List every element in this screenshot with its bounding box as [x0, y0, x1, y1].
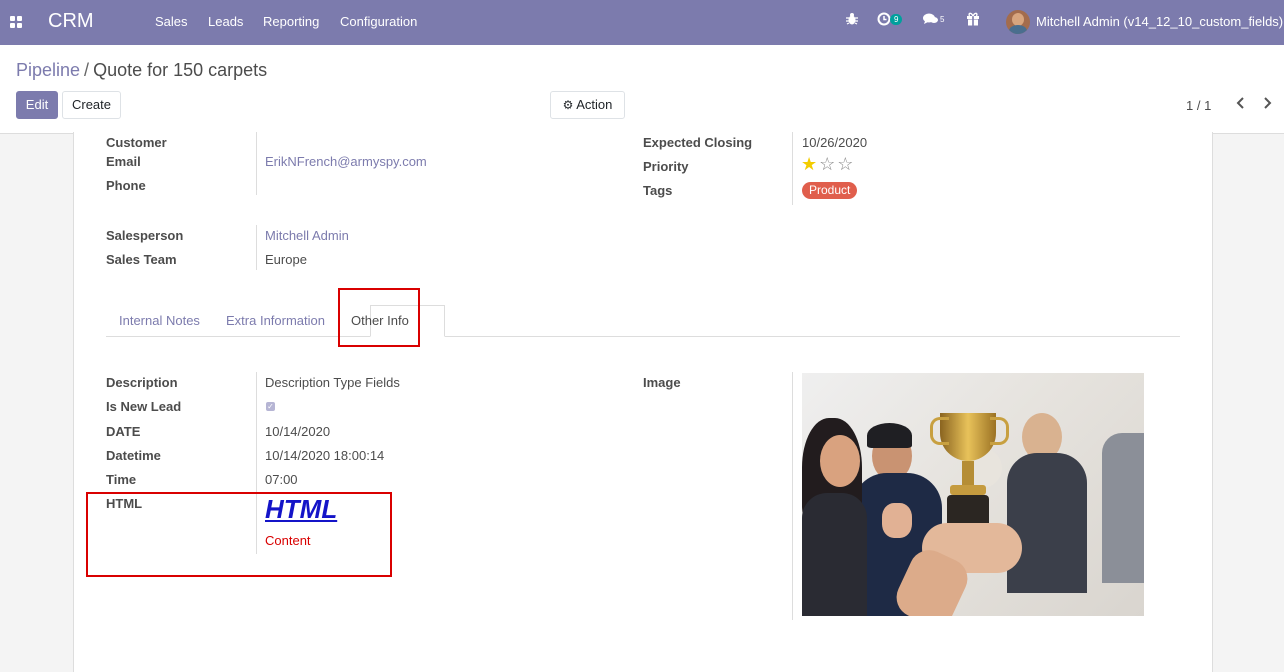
notebook-tabs: Internal Notes Extra Information Other I… — [106, 288, 1180, 337]
priority-label: Priority — [643, 159, 689, 174]
activity-clock-icon[interactable] — [877, 12, 891, 29]
phone-label: Phone — [106, 178, 146, 193]
salesperson-value[interactable]: Mitchell Admin — [265, 228, 349, 243]
datetime-value[interactable]: 10/14/2020 18:00:14 — [265, 448, 384, 463]
priority-stars[interactable]: ★☆☆ — [801, 155, 855, 173]
edit-button[interactable]: Edit — [16, 91, 58, 119]
description-value[interactable]: Description Type Fields — [265, 375, 400, 390]
menu-leads[interactable]: Leads — [208, 14, 243, 29]
expected-closing-label: Expected Closing — [643, 135, 753, 150]
sales-team-label: Sales Team — [106, 252, 177, 267]
description-label: Description — [106, 375, 178, 390]
debug-bug-icon[interactable] — [845, 12, 859, 29]
image-label: Image — [643, 375, 681, 390]
star-empty-icon[interactable]: ☆ — [837, 154, 855, 174]
time-label: Time — [106, 472, 137, 487]
breadcrumb-current: Quote for 150 carpets — [93, 60, 268, 80]
user-avatar[interactable] — [1006, 10, 1030, 34]
form-sheet: Customer Email ErikNFrench@armyspy.com P… — [73, 132, 1213, 672]
pager-previous-icon[interactable] — [1235, 96, 1245, 115]
is-new-lead-label: Is New Lead — [106, 399, 182, 414]
pager-value[interactable]: 1 / 1 — [1186, 98, 1211, 113]
tab-internal-notes[interactable]: Internal Notes — [119, 313, 200, 328]
tab-highlight-box — [338, 288, 420, 347]
date-value[interactable]: 10/14/2020 — [265, 424, 330, 439]
field-divider — [792, 132, 793, 205]
field-divider — [256, 225, 257, 270]
apps-menu-icon[interactable] — [10, 16, 23, 29]
top-navbar: CRM Sales Leads Reporting Configuration … — [0, 0, 1284, 45]
action-label: Action — [576, 97, 613, 112]
menu-configuration[interactable]: Configuration — [340, 14, 417, 29]
field-divider — [792, 372, 793, 620]
breadcrumb: Pipeline / Quote for 150 carpets — [16, 60, 267, 81]
lead-image[interactable] — [802, 373, 1144, 616]
app-name[interactable]: CRM — [48, 10, 94, 33]
is-new-lead-checkbox[interactable]: ✓ — [266, 402, 275, 411]
html-highlight-box — [86, 492, 392, 577]
breadcrumb-pipeline-link[interactable]: Pipeline — [16, 60, 80, 80]
action-button[interactable]: ⚙ Action — [550, 91, 625, 119]
tab-extra-information[interactable]: Extra Information — [226, 313, 325, 328]
messages-chat-icon[interactable] — [923, 12, 939, 29]
pager-next-icon[interactable] — [1263, 96, 1273, 115]
activity-count-badge: 9 — [890, 14, 903, 25]
datetime-label: Datetime — [106, 448, 161, 463]
control-panel: Pipeline / Quote for 150 carpets Edit Crea… — [0, 45, 1284, 134]
customer-label: Customer — [106, 135, 167, 150]
gear-icon: ⚙ — [562, 98, 574, 112]
salesperson-label: Salesperson — [106, 228, 184, 243]
email-label: Email — [106, 154, 141, 169]
create-button[interactable]: Create — [62, 91, 121, 119]
date-label: DATE — [106, 424, 141, 439]
star-filled-icon[interactable]: ★ — [801, 154, 819, 174]
field-divider — [256, 132, 257, 195]
tag-badge[interactable]: Product — [802, 182, 858, 199]
breadcrumb-separator: / — [84, 60, 90, 80]
tags-label: Tags — [643, 183, 673, 198]
message-count-badge: 5 — [940, 15, 945, 24]
menu-sales[interactable]: Sales — [155, 14, 188, 29]
user-menu[interactable]: Mitchell Admin (v14_12_10_custom_fields) — [1036, 14, 1283, 29]
email-value[interactable]: ErikNFrench@armyspy.com — [265, 154, 427, 169]
gift-icon[interactable] — [966, 12, 980, 29]
expected-closing-value[interactable]: 10/26/2020 — [802, 135, 867, 150]
menu-reporting[interactable]: Reporting — [263, 14, 319, 29]
star-empty-icon[interactable]: ☆ — [819, 154, 837, 174]
time-value[interactable]: 07:00 — [265, 472, 298, 487]
sales-team-value[interactable]: Europe — [265, 252, 307, 267]
